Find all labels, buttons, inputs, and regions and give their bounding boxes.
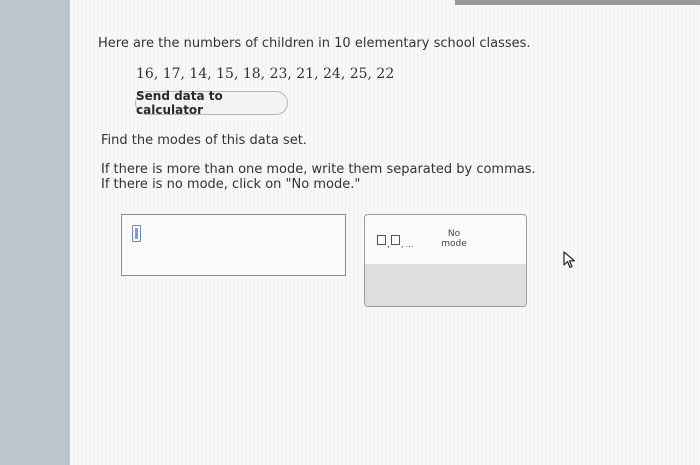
left-margin-strip <box>0 0 70 465</box>
box-icon <box>390 235 400 245</box>
comma-glyph: , <box>387 240 390 250</box>
no-mode-label-line-2: mode <box>441 239 467 249</box>
ellipsis-glyph: ... <box>405 240 414 249</box>
question-instruction: Find the modes of this data set. <box>101 133 307 148</box>
send-to-calculator-button[interactable]: Send data to calculator <box>135 89 288 117</box>
comma-glyph: , <box>400 240 404 250</box>
data-values: 16, 17, 14, 15, 18, 23, 21, 24, 25, 22 <box>136 66 395 82</box>
no-mode-button[interactable]: No mode <box>429 229 479 253</box>
mouse-pointer-icon <box>563 251 576 269</box>
text-cursor-icon <box>132 225 141 242</box>
answer-input[interactable] <box>121 214 346 276</box>
answer-tool-palette: , , ... No mode × ↻ <box>364 214 527 307</box>
top-progress-bar <box>455 0 700 5</box>
multiple-values-button[interactable]: , , ... <box>377 231 415 250</box>
question-intro: Here are the numbers of children in 10 e… <box>98 36 531 51</box>
question-hint: If there is more than one mode, write th… <box>101 162 536 192</box>
hint-line-2: If there is no mode, click on "No mode." <box>101 177 361 192</box>
box-icon <box>377 235 386 245</box>
palette-action-row: × ↻ <box>365 264 526 306</box>
no-mode-label-line-1: No <box>447 229 461 239</box>
hint-line-1: If there is more than one mode, write th… <box>101 162 536 177</box>
